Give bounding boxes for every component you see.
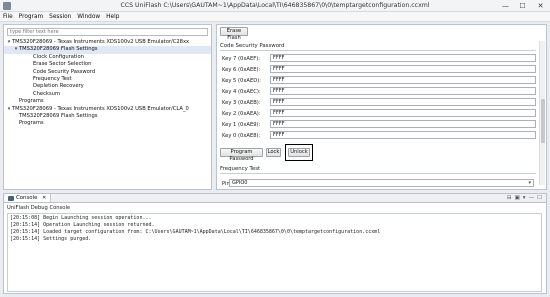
key-7-field[interactable]: FFFF	[270, 54, 536, 62]
tree-item[interactable]: Code Security Password	[4, 69, 211, 76]
tree-item-label: Programs	[19, 120, 44, 127]
view-menu-icon[interactable]: ▾	[523, 195, 526, 201]
tree-item[interactable]: Programs	[4, 98, 211, 105]
tree-item-label: Code Security Password	[33, 68, 96, 75]
key-6-field[interactable]: FFFF	[270, 65, 536, 73]
key-2-label: Key 2 (0xAEA):	[222, 111, 261, 117]
console-toolbar: ⊟ ▣ ▾ — ☐	[507, 195, 542, 201]
tree-item[interactable]: Erase Sector Selection	[4, 61, 211, 68]
program-password-button[interactable]: Program Password	[220, 148, 263, 162]
tree-item-label: TMS320F28069 Flash Settings	[19, 46, 98, 53]
key-3-label: Key 3 (0xAEB):	[222, 100, 261, 106]
console-title: UniFlash Debug Console	[7, 205, 71, 211]
tree-item-label: TMS320F28069 Flash Settings	[19, 112, 98, 119]
filter-input[interactable]: type filter text here	[7, 28, 208, 36]
console-tab-label: Console	[16, 195, 38, 201]
tree-item-label: Erase Sector Selection	[33, 61, 92, 68]
key-0-field[interactable]: FFFF	[270, 131, 536, 139]
unlock-highlight-box	[285, 144, 313, 161]
lock-button[interactable]: Lock	[266, 148, 281, 157]
key-2-field[interactable]: FFFF	[270, 109, 536, 117]
erase-flash-button[interactable]: Erase Flash	[220, 27, 248, 41]
menu-window[interactable]: Window	[77, 14, 100, 20]
navigation-panel: type filter text here ▾ TMS320F28069 - Te…	[3, 24, 212, 190]
log-line: [20:15:14] Operation Launching session r…	[10, 222, 155, 228]
scrollbar-thumb[interactable]	[541, 99, 545, 143]
section-divider	[220, 50, 536, 51]
window-title: CCS UniFlash C:\Users\GAUTAM~1\AppData\L…	[120, 2, 430, 9]
close-button[interactable]: ✕	[532, 0, 549, 12]
pin-value: GPIO0	[232, 180, 248, 186]
tree-item-label: Depletion Recovery	[33, 83, 84, 90]
tree-item[interactable]: ▾ TMS320F28069 - Texas Instruments XDS100…	[4, 106, 211, 113]
menu-program[interactable]: Program	[19, 14, 43, 20]
tree-item-label: TMS320F28069 - Texas Instruments XDS100v…	[12, 39, 190, 45]
clear-console-icon[interactable]: ⊟	[507, 195, 512, 201]
key-1-label: Key 1 (0xAE9):	[222, 122, 261, 128]
tree-item-label: Frequency Test	[33, 75, 72, 82]
menu-help[interactable]: Help	[106, 14, 119, 20]
tree-item-label: TMS320F28069 - Texas Instruments XDS100v…	[12, 105, 189, 112]
console-log[interactable]: [20:15:08] Begin Launching session opera…	[7, 213, 542, 292]
section-divider	[220, 173, 536, 174]
title-bar: CCS UniFlash C:\Users\GAUTAM~1\AppData\L…	[0, 0, 550, 12]
close-icon[interactable]: ✕	[42, 195, 46, 201]
key-3-field[interactable]: FFFF	[270, 98, 536, 106]
chevron-down-icon: ▾	[528, 180, 531, 186]
maximize-button[interactable]: ☐	[514, 0, 531, 12]
key-5-label: Key 5 (0xAED):	[222, 78, 261, 84]
settings-tree: ▾ TMS320F28069 - Texas Instruments XDS100…	[4, 39, 211, 128]
menu-session[interactable]: Session	[49, 14, 71, 20]
tree-item-label: Programs	[19, 98, 44, 105]
tree-item[interactable]: TMS320F28069 Flash Settings	[4, 113, 211, 120]
display-console-icon[interactable]: ▣	[515, 195, 520, 201]
code-security-password-heading: Code Security Password	[220, 43, 285, 49]
tree-item[interactable]: ▾ TMS320F28069 Flash Settings	[4, 46, 211, 54]
key-1-field[interactable]: FFFF	[270, 120, 536, 128]
pin-select[interactable]: GPIO0 ▾	[229, 179, 534, 187]
key-7-label: Key 7 (0xAEF):	[222, 56, 260, 62]
vertical-scrollbar[interactable]	[539, 41, 545, 185]
tree-item[interactable]: Depletion Recovery	[4, 83, 211, 90]
tree-item[interactable]: Frequency Test	[4, 76, 211, 83]
tree-item[interactable]: Checksum	[4, 91, 211, 98]
key-4-field[interactable]: FFFF	[270, 87, 536, 95]
tree-item-label: Clock Configuration	[33, 53, 84, 60]
settings-panel: Erase Flash Code Security Password Key 7…	[216, 24, 547, 190]
menu-bar: File Program Session Window Help	[0, 12, 550, 22]
tree-item-label: Checksum	[33, 90, 61, 97]
tree-item[interactable]: Programs	[4, 120, 211, 127]
menu-file[interactable]: File	[3, 14, 13, 20]
key-4-label: Key 4 (0xAEC):	[222, 89, 261, 95]
tree-item[interactable]: ▾ TMS320F28069 - Texas Instruments XDS100…	[4, 39, 211, 46]
console-body: UniFlash Debug Console [20:15:08] Begin …	[3, 202, 547, 294]
key-6-label: Key 6 (0xAEE):	[222, 67, 261, 73]
minimize-view-icon[interactable]: —	[529, 195, 535, 201]
tree-item[interactable]: Clock Configuration	[4, 54, 211, 61]
console-icon	[8, 196, 14, 201]
log-line: [20:15:14] Settings purged.	[10, 236, 92, 242]
log-line: [20:15:08] Begin Launching session opera…	[10, 215, 152, 221]
log-line: [20:15:14] Loaded target configuration f…	[10, 229, 381, 235]
maximize-view-icon[interactable]: ☐	[537, 195, 542, 201]
key-0-label: Key 0 (0xAE8):	[222, 133, 261, 139]
key-5-field[interactable]: FFFF	[270, 76, 536, 84]
frequency-test-heading: Frequency Test	[220, 166, 261, 172]
minimize-button[interactable]: —	[497, 0, 514, 12]
console-header: Console ✕ ⊟ ▣ ▾ — ☐	[3, 193, 547, 203]
